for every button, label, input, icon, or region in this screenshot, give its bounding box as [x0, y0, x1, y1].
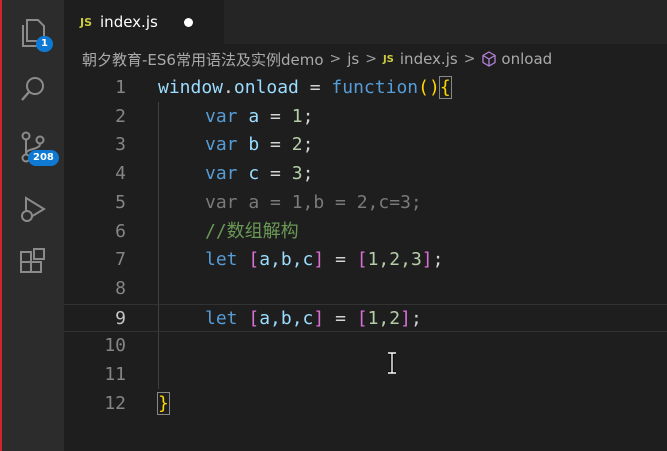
line-number: 1: [115, 77, 126, 98]
code-line[interactable]: 12 }: [64, 390, 667, 419]
line-number: 7: [115, 249, 126, 271]
line-number: 2: [115, 105, 126, 127]
line-number: 3: [115, 134, 126, 156]
code-comment: //数组解构: [205, 220, 299, 242]
code-line[interactable]: 4 var c = 3;: [64, 160, 667, 189]
code-line[interactable]: 2 var a = 1;: [64, 103, 667, 132]
tab-label: index.js: [100, 13, 158, 31]
extensions-button[interactable]: [2, 238, 64, 288]
explorer-button[interactable]: 1: [2, 8, 64, 58]
breadcrumb-symbol[interactable]: onload: [501, 50, 552, 68]
line-number: 12: [104, 392, 126, 414]
run-debug-button[interactable]: [2, 184, 64, 234]
code-line-current[interactable]: 9 let [a,b,c] = [1,2];: [64, 303, 667, 333]
code-line[interactable]: 3 var b = 2;: [64, 131, 667, 160]
chevron-right-icon: >: [365, 51, 377, 67]
activity-bar: 1 208: [2, 0, 64, 451]
breadcrumb-folder[interactable]: 朝夕教育-ES6常用语法及实例demo: [82, 49, 324, 70]
line-number: 8: [115, 277, 126, 299]
breadcrumb: 朝夕教育-ES6常用语法及实例demo > js > JS index.js >…: [64, 44, 667, 74]
javascript-file-icon: JS: [80, 15, 93, 29]
javascript-file-icon: JS: [382, 53, 394, 65]
explorer-badge: 1: [36, 36, 53, 52]
code-line[interactable]: 5 var a = 1,b = 2,c=3;: [64, 189, 667, 218]
code-text: let [a,b,c] = [1,2,3];: [205, 249, 444, 271]
search-icon: [21, 77, 44, 101]
unsaved-dot-icon[interactable]: [184, 18, 193, 27]
breadcrumb-file[interactable]: index.js: [400, 50, 458, 68]
code-text: }: [157, 391, 170, 415]
code-line[interactable]: 1 window.onload = function(){: [64, 74, 667, 103]
code-text: var c = 3;: [205, 163, 314, 185]
chevron-right-icon: >: [329, 51, 342, 67]
code-text: window.onload = function(){: [158, 76, 452, 99]
code-text: var a = 1;: [205, 105, 314, 127]
code-line[interactable]: 10: [64, 332, 667, 361]
code-line[interactable]: 7 let [a,b,c] = [1,2,3];: [64, 246, 667, 275]
line-number: 6: [115, 220, 126, 242]
source-control-button[interactable]: 208: [2, 122, 64, 172]
tab-index-js[interactable]: JS index.js: [64, 0, 224, 44]
search-button[interactable]: [2, 64, 64, 114]
symbol-method-icon: [481, 51, 497, 67]
breadcrumb-subfolder[interactable]: js: [347, 50, 359, 68]
extensions-icon: [20, 248, 45, 273]
code-line[interactable]: 6 //数组解构: [64, 218, 667, 247]
line-number: 4: [115, 163, 126, 185]
code-text: var b = 2;: [205, 134, 314, 156]
run-debug-icon: [21, 196, 46, 222]
line-number: 9: [115, 307, 126, 329]
line-number: 5: [115, 191, 126, 213]
text-cursor-icon: [388, 352, 396, 374]
line-number: 11: [104, 364, 126, 385]
code-text: let [a,b,c] = [1,2];: [205, 307, 422, 329]
code-line[interactable]: 11: [64, 361, 667, 390]
editor-tab-bar: JS index.js: [64, 0, 667, 44]
source-control-badge: 208: [28, 150, 59, 166]
code-line[interactable]: 8: [64, 275, 667, 304]
code-editor[interactable]: 1 window.onload = function(){ 2 var a = …: [64, 74, 667, 451]
code-text: var a = 1,b = 2,c=3;: [205, 191, 422, 213]
line-number: 10: [104, 335, 126, 357]
chevron-right-icon: >: [463, 51, 476, 67]
